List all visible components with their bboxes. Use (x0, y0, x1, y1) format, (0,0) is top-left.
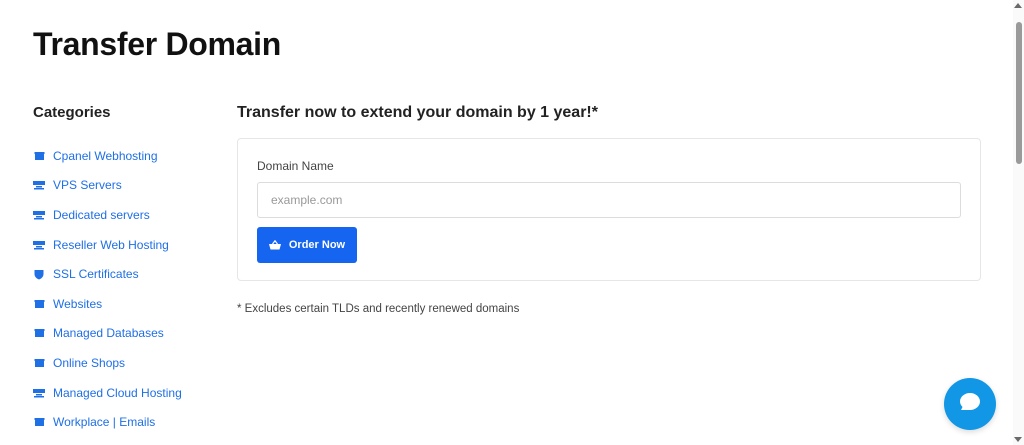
sidebar-item-online-shops[interactable]: Online Shops (33, 348, 213, 378)
sidebar-item-label: Managed Cloud Hosting (53, 385, 182, 400)
sidebar-item-label: Workplace | Emails (53, 415, 156, 430)
transfer-heading: Transfer now to extend your domain by 1 … (237, 104, 598, 121)
order-now-button[interactable]: Order Now (257, 227, 357, 263)
sidebar-item-managed-cloud-hosting[interactable]: Managed Cloud Hosting (33, 378, 213, 408)
box-icon (33, 357, 45, 369)
chat-launcher-button[interactable] (944, 378, 996, 430)
sidebar-item-label: VPS Servers (53, 178, 122, 193)
scroll-up-icon[interactable] (1014, 3, 1022, 8)
sidebar-item-label: Reseller Web Hosting (53, 237, 169, 252)
server-icon (33, 387, 45, 399)
transfer-form-card: Domain Name Order Now (237, 138, 981, 281)
box-icon (33, 298, 45, 310)
sidebar-heading: Categories (33, 104, 111, 121)
sidebar-item-label: Online Shops (53, 355, 126, 370)
chat-bubble-icon (959, 392, 981, 417)
sidebar-item-label: SSL Certificates (53, 267, 139, 282)
box-icon (33, 150, 45, 162)
sidebar-item-label: Dedicated servers (53, 207, 150, 222)
category-list: Cpanel Webhosting VPS Servers Dedicated … (33, 141, 213, 437)
sidebar-item-dedicated-servers[interactable]: Dedicated servers (33, 200, 213, 230)
sidebar-item-label: Managed Databases (53, 326, 164, 341)
sidebar-item-reseller-web-hosting[interactable]: Reseller Web Hosting (33, 230, 213, 260)
box-icon (33, 416, 45, 428)
sidebar-item-cpanel-webhosting[interactable]: Cpanel Webhosting (33, 141, 213, 171)
sidebar-item-ssl-certificates[interactable]: SSL Certificates (33, 259, 213, 289)
box-icon (33, 327, 45, 339)
scrollbar-thumb[interactable] (1016, 22, 1022, 164)
sidebar-item-vps-servers[interactable]: VPS Servers (33, 171, 213, 201)
scroll-down-icon[interactable] (1014, 437, 1022, 442)
transfer-main: Transfer now to extend your domain by 1 … (237, 104, 981, 315)
order-now-label: Order Now (288, 239, 346, 251)
sidebar-item-label: Cpanel Webhosting (53, 148, 158, 163)
domain-name-input[interactable] (257, 182, 961, 218)
sidebar-item-workplace-emails[interactable]: Workplace | Emails (33, 407, 213, 437)
server-icon (33, 239, 45, 251)
basket-icon (268, 240, 281, 250)
sidebar-item-managed-databases[interactable]: Managed Databases (33, 319, 213, 349)
sidebar-item-websites[interactable]: Websites (33, 289, 213, 319)
page-scrollbar[interactable] (1013, 0, 1024, 445)
server-icon (33, 209, 45, 221)
domain-name-label: Domain Name (257, 159, 334, 173)
transfer-footnote: * Excludes certain TLDs and recently ren… (237, 303, 520, 315)
sidebar-item-label: Websites (53, 296, 103, 311)
server-icon (33, 179, 45, 191)
page-title: Transfer Domain (33, 26, 282, 62)
categories-sidebar: Categories Cpanel Webhosting VPS Servers… (33, 104, 213, 437)
shield-icon (33, 268, 45, 280)
